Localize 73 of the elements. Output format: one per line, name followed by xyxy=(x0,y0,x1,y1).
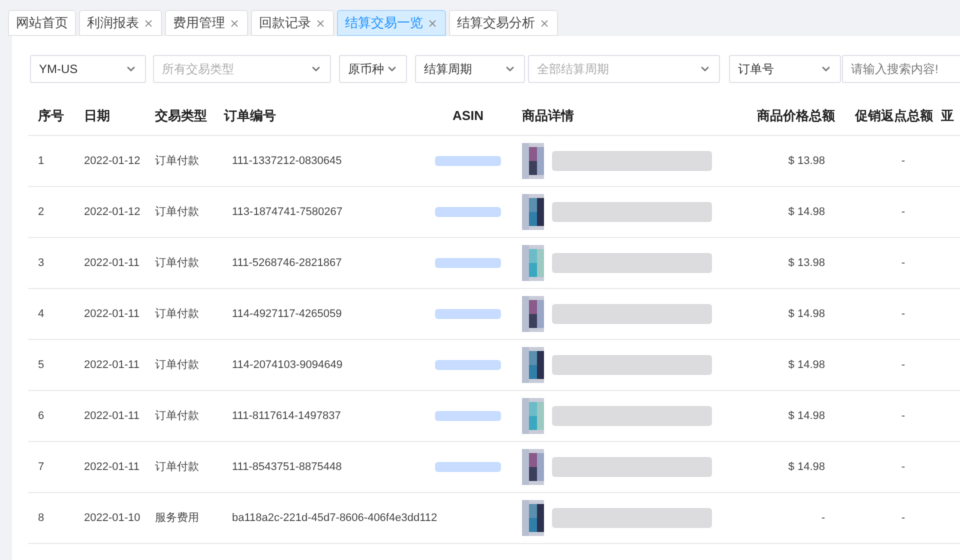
search-input: 请输入搜索内容! xyxy=(851,60,953,78)
table-cell: 111-8117614-1497837 xyxy=(232,410,341,422)
table-cell: 2022-01-10 xyxy=(84,512,140,524)
table-cell: 订单付款 xyxy=(155,154,199,167)
table-cell: 2022-01-11 xyxy=(84,410,140,422)
table-cell: 1 xyxy=(38,154,44,167)
table-cell: $ 14.98 xyxy=(788,410,825,422)
table-cell: $ 14.98 xyxy=(788,206,825,218)
column-header: ASIN xyxy=(452,108,484,123)
tab[interactable]: 网站首页 xyxy=(8,10,76,36)
column-header: 亚 xyxy=(941,108,954,123)
close-icon[interactable] xyxy=(539,18,550,28)
table-cell: 2022-01-11 xyxy=(84,460,140,473)
column-header: 促销返点总额 xyxy=(855,108,933,123)
table-cell: 111-5268746-2821867 xyxy=(232,256,342,269)
table-cell: 5 xyxy=(38,358,44,371)
table-cell: - xyxy=(901,206,905,218)
table-cell: - xyxy=(901,256,905,269)
column-header: 交易类型 xyxy=(155,108,207,123)
table-cell: - xyxy=(901,308,905,320)
table-cell: $ 13.98 xyxy=(788,256,825,269)
table-cell: 111-1337212-0830645 xyxy=(232,154,342,167)
table-cell: 114-2074103-9094649 xyxy=(232,358,343,371)
table-cell: 4 xyxy=(38,308,44,320)
table-cell: - xyxy=(901,460,905,473)
table-cell: 订单付款 xyxy=(155,358,199,371)
table-cell: 订单付款 xyxy=(155,410,199,422)
close-icon[interactable] xyxy=(143,18,154,28)
tab[interactable]: 回款记录 xyxy=(251,10,334,36)
table-cell: 2022-01-12 xyxy=(84,206,140,218)
tab[interactable]: 费用管理 xyxy=(165,10,248,36)
table-cell: - xyxy=(821,512,825,524)
column-header: 序号 xyxy=(38,108,64,123)
table-cell: - xyxy=(901,358,905,371)
table-cell: 2022-01-11 xyxy=(84,256,140,269)
column-header: 商品详情 xyxy=(522,108,574,123)
table-cell: 订单付款 xyxy=(155,206,199,218)
select-field[interactable]: 原币种 xyxy=(339,55,407,83)
table-cell: 订单付款 xyxy=(155,308,199,320)
table-cell: 3 xyxy=(38,256,44,269)
table-cell: 2022-01-12 xyxy=(84,154,140,167)
table-cell: 6 xyxy=(38,410,44,422)
column-header: 商品价格总额 xyxy=(757,108,835,123)
table-cell: 8 xyxy=(38,512,44,524)
table-cell: - xyxy=(901,154,905,167)
table-cell: ba118a2c-221d-45d7-8606-406f4e3dd112 xyxy=(232,512,438,524)
table-cell: - xyxy=(901,410,905,422)
table-cell: 订单付款 xyxy=(155,256,199,269)
table-cell: - xyxy=(901,512,905,524)
table-cell: $ 14.98 xyxy=(788,460,825,473)
select-field[interactable]: 订单号 xyxy=(729,55,841,83)
search-field[interactable]: 请输入搜索内容! xyxy=(842,55,960,83)
table-cell: $ 14.98 xyxy=(788,358,825,371)
table-cell: $ 14.98 xyxy=(788,308,825,320)
close-icon[interactable] xyxy=(427,18,438,28)
table-cell: $ 13.98 xyxy=(788,154,825,167)
table-cell: 2022-01-11 xyxy=(84,308,140,320)
select-field[interactable]: 结算周期 xyxy=(415,55,525,83)
table-cell: 2 xyxy=(38,206,44,218)
select-field[interactable]: YM-US xyxy=(30,55,146,83)
table-cell: 服务费用 xyxy=(155,512,199,524)
table-cell: 111-8543751-8875448 xyxy=(232,460,342,473)
table-cell: 2022-01-11 xyxy=(84,358,140,371)
table-cell: 113-1874741-7580267 xyxy=(232,206,343,218)
table-cell: 订单付款 xyxy=(155,460,199,473)
table-cell: 114-4927117-4265059 xyxy=(232,308,342,320)
close-icon[interactable] xyxy=(229,18,240,28)
column-header: 日期 xyxy=(84,108,110,123)
tab[interactable]: 利润报表 xyxy=(79,10,162,36)
close-icon[interactable] xyxy=(315,18,326,28)
table-cell: 7 xyxy=(38,460,44,473)
tab[interactable]: 结算交易分析 xyxy=(449,10,558,36)
column-header: 订单编号 xyxy=(224,108,276,123)
